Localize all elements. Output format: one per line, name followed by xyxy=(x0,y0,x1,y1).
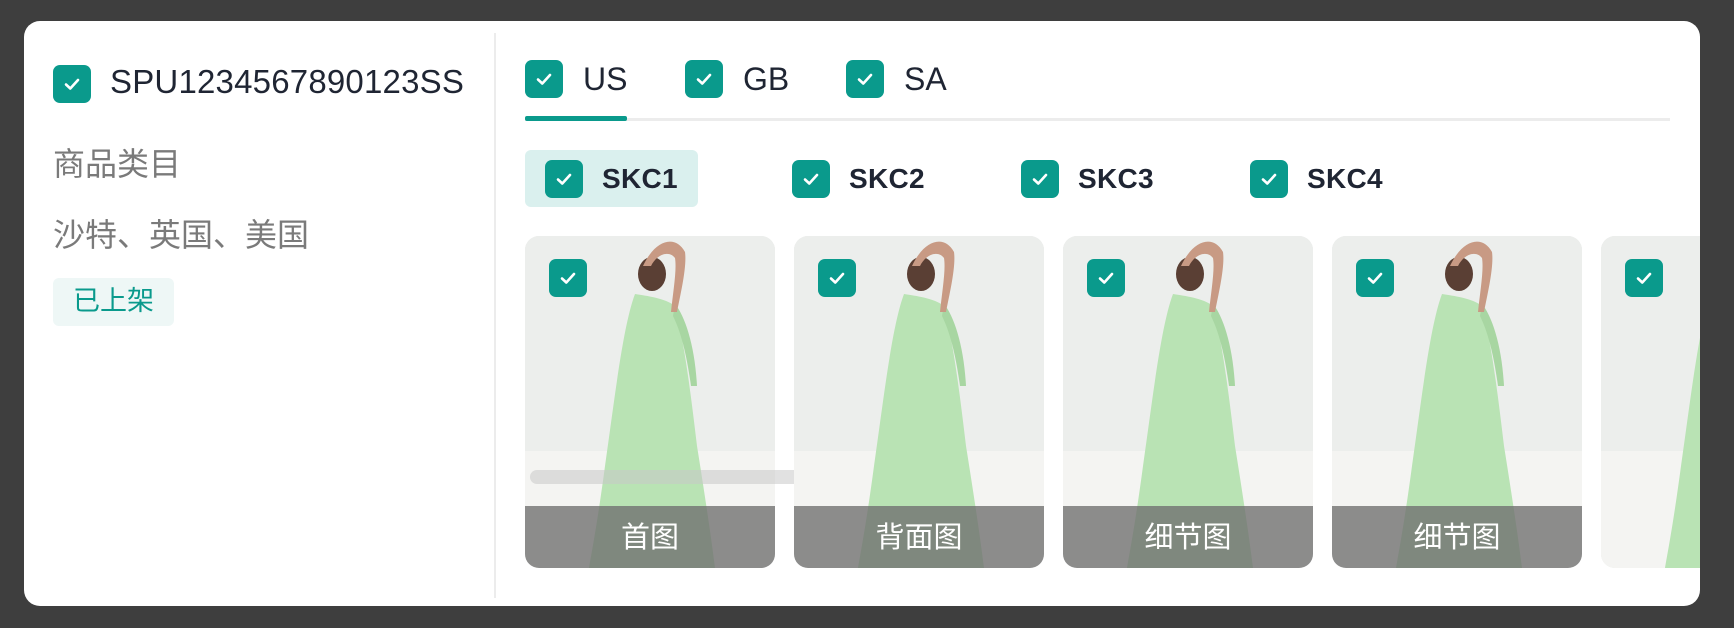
spu-code: SPU1234567890123SS xyxy=(110,63,465,100)
skc4-checkbox[interactable] xyxy=(1250,159,1288,198)
skc1-checkbox[interactable] xyxy=(545,159,583,198)
image-checkbox[interactable] xyxy=(1087,259,1125,297)
check-icon xyxy=(857,73,873,85)
image-card[interactable]: 背面图 xyxy=(794,236,1044,568)
category-label: 商品类目 xyxy=(53,145,182,183)
spu-checkbox[interactable] xyxy=(53,65,91,103)
image-checkbox[interactable] xyxy=(1625,259,1663,297)
active-tab-indicator xyxy=(525,116,627,121)
skc2-checkbox[interactable] xyxy=(792,159,830,198)
detail-panel: US GB SA SKC1 SKC2 SKC3 SKC4 首图 背面图 细节图 … xyxy=(496,21,1700,606)
check-icon xyxy=(696,73,712,85)
status-badge: 已上架 xyxy=(53,278,174,326)
image-caption: 背面图 xyxy=(794,506,1044,568)
region-list: 沙特、英国、美国 xyxy=(53,216,310,254)
image-card[interactable]: 细节图 xyxy=(1063,236,1313,568)
tab-label: SA xyxy=(904,60,947,97)
skc-option-3[interactable]: SKC3 xyxy=(1021,150,1154,207)
product-card: SPU1234567890123SS 商品类目 沙特、英国、美国 已上架 US … xyxy=(24,21,1700,606)
tab-gb[interactable]: GB xyxy=(685,59,789,99)
tabs-baseline xyxy=(525,118,1670,121)
skc-label: SKC1 xyxy=(602,162,678,194)
check-icon xyxy=(1367,272,1383,284)
tab-sa[interactable]: SA xyxy=(846,59,947,99)
skc-label: SKC4 xyxy=(1307,162,1383,194)
check-icon xyxy=(536,73,552,85)
tab-gb-checkbox[interactable] xyxy=(685,60,723,98)
check-icon xyxy=(1636,272,1652,284)
skc-label: SKC2 xyxy=(849,162,925,194)
image-checkbox[interactable] xyxy=(549,259,587,297)
image-checkbox[interactable] xyxy=(1356,259,1394,297)
skc3-checkbox[interactable] xyxy=(1021,159,1059,198)
tab-us[interactable]: US xyxy=(525,59,627,99)
image-checkbox[interactable] xyxy=(818,259,856,297)
check-icon xyxy=(1098,272,1114,284)
tab-label: US xyxy=(583,60,628,97)
check-icon xyxy=(64,78,80,90)
skc-option-2[interactable]: SKC2 xyxy=(792,150,925,207)
tab-label: GB xyxy=(743,60,790,97)
tab-us-checkbox[interactable] xyxy=(525,60,563,98)
skc-label: SKC3 xyxy=(1078,162,1154,194)
check-icon xyxy=(829,272,845,284)
image-caption: 首图 xyxy=(525,506,775,568)
image-card[interactable]: 细节图 xyxy=(1332,236,1582,568)
skc-option-4[interactable]: SKC4 xyxy=(1250,150,1383,207)
check-icon xyxy=(803,173,819,185)
spu-panel: SPU1234567890123SS 商品类目 沙特、英国、美国 已上架 xyxy=(24,21,494,606)
image-card[interactable] xyxy=(1601,236,1700,568)
check-icon xyxy=(1032,173,1048,185)
image-card[interactable]: 首图 xyxy=(525,236,775,568)
check-icon xyxy=(560,272,576,284)
skc-option-1[interactable]: SKC1 xyxy=(525,150,698,207)
check-icon xyxy=(556,173,572,185)
horizontal-scrollbar[interactable] xyxy=(530,470,806,484)
tab-sa-checkbox[interactable] xyxy=(846,60,884,98)
image-caption: 细节图 xyxy=(1332,506,1582,568)
image-caption: 细节图 xyxy=(1063,506,1313,568)
check-icon xyxy=(1261,173,1277,185)
